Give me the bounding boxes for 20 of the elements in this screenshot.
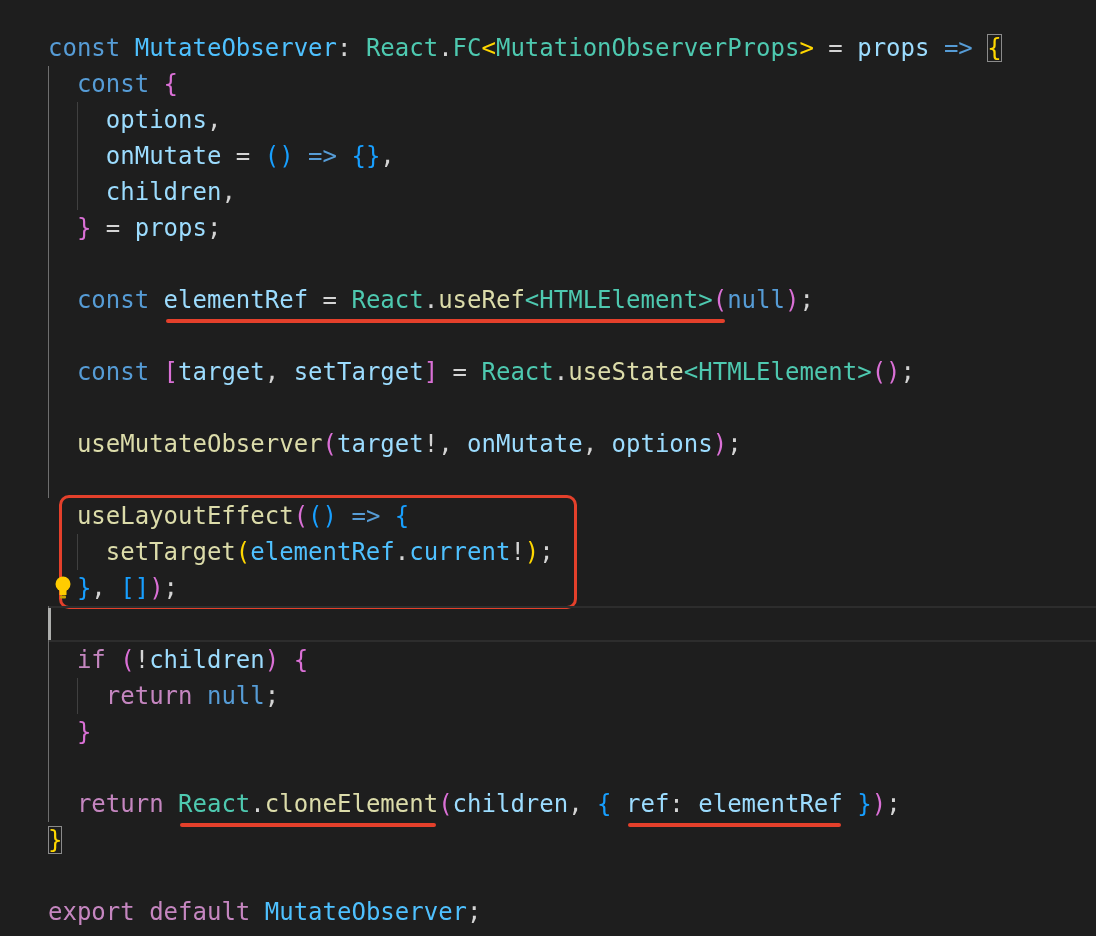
code-line: if (!children) { [76, 645, 309, 676]
code-line: return null; [105, 681, 280, 712]
code-line: } = props; [76, 213, 222, 244]
code-line: const MutateObserver: React.FC<MutationObserverProps> = props => { [48, 33, 1002, 64]
code-line: return React.cloneElement(children, { ref: elementRef }); [76, 789, 901, 820]
code-line: useMutateObserver(target!, onMutate, options); [76, 429, 742, 460]
code-line: onMutate = () => {}, [105, 141, 395, 172]
code-line: } [48, 825, 63, 856]
code-line: }, []); [76, 573, 179, 604]
code-line: options, [105, 105, 222, 136]
lightbulb-icon[interactable] [54, 576, 71, 600]
code-line: useLayoutEffect(() => { [76, 501, 410, 532]
code-line: const [target, setTarget] = React.useState<HTMLElement>(); [76, 357, 915, 388]
code-line: const { [76, 69, 179, 100]
text-cursor [48, 608, 51, 640]
code-line: children, [105, 177, 236, 208]
code-line: } [76, 717, 92, 748]
code-line: const elementRef = React.useRef<HTMLElement>(null); [76, 285, 814, 316]
code-line: export default MutateObserver; [48, 897, 482, 928]
code-line: setTarget(elementRef.current!); [105, 537, 554, 568]
